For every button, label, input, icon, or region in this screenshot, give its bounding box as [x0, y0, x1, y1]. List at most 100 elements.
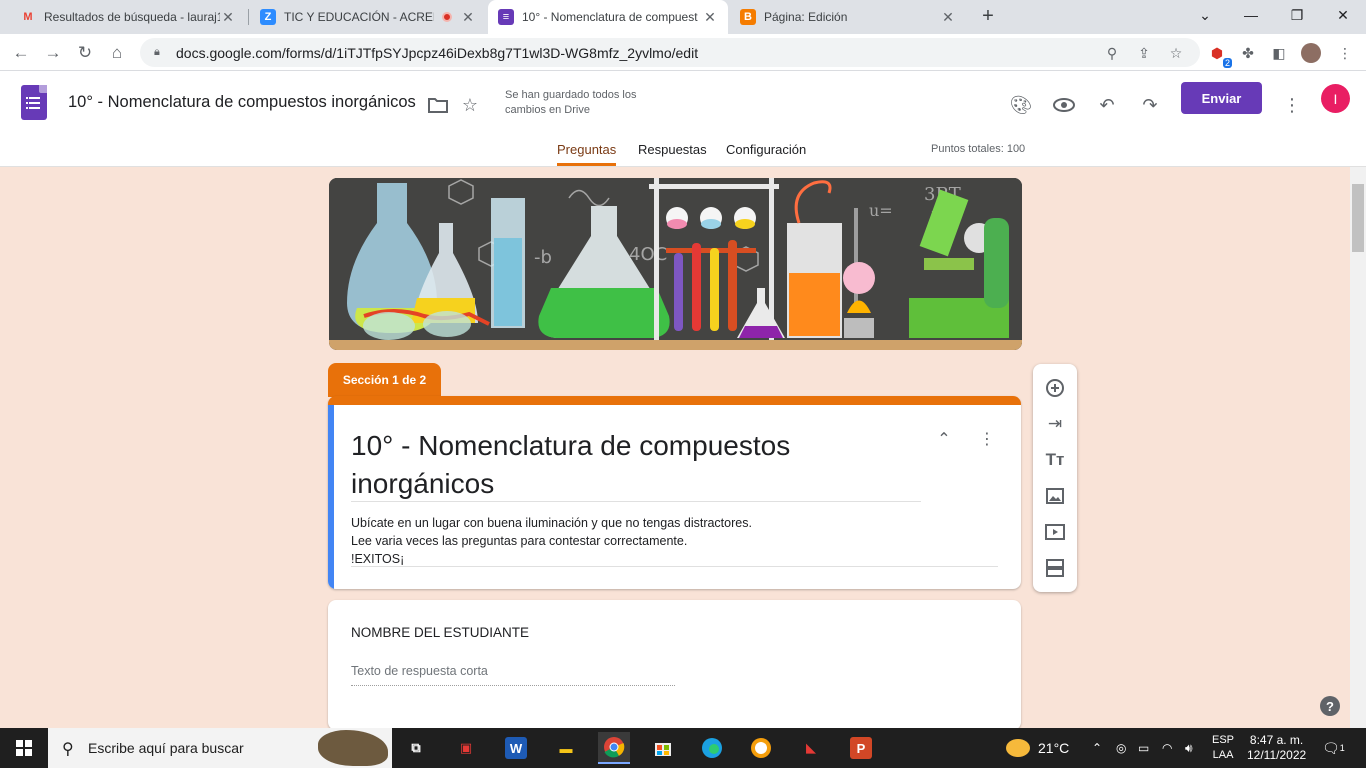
title-underline [351, 501, 921, 502]
help-icon[interactable]: ? [1320, 696, 1340, 716]
weather-icon [1006, 739, 1030, 757]
profile-avatar[interactable] [1300, 43, 1322, 63]
url-text: docs.google.com/forms/d/1iTJTfpSYJpcpz46… [176, 44, 699, 61]
svg-text:4OC: 4OC [629, 244, 667, 265]
add-question-icon[interactable] [1043, 376, 1067, 400]
side-panel-icon[interactable]: ◧ [1268, 44, 1290, 62]
notification-center-icon[interactable]: 🗨︎ 1 [1322, 728, 1345, 768]
close-icon[interactable]: ✕ [702, 9, 718, 26]
store-icon[interactable] [647, 732, 679, 764]
volume-icon[interactable]: 🔊︎ [1185, 728, 1193, 768]
total-points: Puntos totales: 100 [931, 143, 1026, 155]
form-title[interactable]: 10° - Nomenclatura de compuestos inorgán… [351, 427, 921, 503]
edge-icon[interactable] [696, 732, 728, 764]
weather-widget[interactable]: 21°C [1006, 728, 1069, 768]
svg-text:u=: u= [869, 201, 893, 220]
description-underline [351, 566, 998, 567]
vpn-shield-icon[interactable] [745, 732, 777, 764]
form-description[interactable]: Ubícate en un lugar con buena iluminació… [351, 514, 752, 568]
share-icon[interactable]: ⇪ [1133, 44, 1155, 62]
preview-eye-icon[interactable] [1052, 93, 1076, 117]
clock[interactable]: 8:47 a. m. 12/11/2022 [1247, 728, 1306, 768]
tab-preguntas[interactable]: Preguntas [557, 142, 617, 166]
document-title[interactable]: 10° - Nomenclatura de compuestos inorgán… [68, 93, 416, 112]
home-icon[interactable]: ⌂ [104, 40, 130, 66]
reload-icon[interactable]: ↻ [72, 40, 98, 66]
powerpoint-icon[interactable]: P [850, 737, 872, 759]
puzzle-icon[interactable]: ✤ [1237, 44, 1259, 62]
language-indicator[interactable]: ESP LAA [1212, 728, 1234, 768]
add-image-icon[interactable] [1043, 484, 1067, 508]
close-icon[interactable]: ✕ [460, 9, 476, 26]
zoom-icon: Z [260, 9, 276, 25]
scrollbar-thumb[interactable] [1352, 184, 1364, 252]
undo-icon[interactable]: ↶ [1095, 93, 1119, 117]
short-answer-field: Texto de respuesta corta [351, 664, 675, 686]
zoom-lens-icon[interactable]: ⚲ [1101, 44, 1123, 62]
collapse-icon[interactable]: ⌃ [934, 429, 954, 449]
minimize-button[interactable]: — [1228, 0, 1274, 30]
question-card[interactable]: NOMBRE DEL ESTUDIANTE Texto de respuesta… [328, 600, 1021, 730]
close-icon[interactable]: ✕ [940, 9, 956, 26]
tab-label: 10° - Nomenclatura de compuest [522, 10, 698, 24]
forms-header: 10° - Nomenclatura de compuestos inorgán… [0, 71, 1366, 167]
folder-icon[interactable] [426, 93, 450, 117]
recording-icon [442, 12, 452, 22]
browser-menu-icon[interactable]: ⋮ [1334, 44, 1356, 62]
close-icon[interactable]: ✕ [220, 9, 236, 26]
forward-arrow-icon[interactable]: → [40, 40, 66, 66]
description-line: Ubícate en un lugar con buena iluminació… [351, 516, 752, 530]
meet-icon[interactable]: ◎ [1116, 728, 1126, 768]
tab-configuracion[interactable]: Configuración [726, 142, 806, 166]
tab-label: TIC Y EDUCACIÓN - ACREDIT [284, 10, 434, 24]
clock-time: 8:47 a. m. [1249, 733, 1304, 747]
active-indicator [328, 405, 334, 589]
restore-button[interactable]: ❐ [1274, 0, 1320, 30]
more-options-icon[interactable]: ⋮ [1280, 93, 1304, 117]
tab-gmail[interactable]: M Resultados de búsqueda - lauraj1 ✕ [10, 0, 246, 34]
send-button[interactable]: Enviar [1181, 82, 1262, 114]
tab-zoom[interactable]: Z TIC Y EDUCACIÓN - ACREDIT ✕ [250, 0, 486, 34]
star-icon[interactable]: ☆ [458, 93, 482, 117]
google-forms-logo[interactable] [21, 85, 47, 120]
reader-app-icon[interactable]: ▣ [450, 732, 482, 764]
palette-icon[interactable]: 🎨︎ [1009, 93, 1033, 117]
tab-respuestas[interactable]: Respuestas [638, 142, 707, 166]
pdf-app-icon[interactable]: ◣ [795, 732, 827, 764]
form-title-card[interactable]: 10° - Nomenclatura de compuestos inorgán… [328, 396, 1021, 589]
wifi-icon[interactable]: ◠ [1162, 728, 1172, 768]
forms-icon: ≡ [498, 9, 514, 25]
taskbar-search[interactable]: ⚲ Escribe aquí para buscar [48, 728, 392, 768]
task-view-icon[interactable]: ⧉ [400, 732, 432, 764]
add-title-icon[interactable]: Tт [1043, 448, 1067, 472]
extension-icon[interactable]: ⬢ 2 [1206, 44, 1232, 68]
show-hidden-icons[interactable]: ⌃ [1092, 728, 1102, 768]
close-window-button[interactable]: ✕ [1320, 0, 1366, 30]
card-more-options-icon[interactable]: ⋮ [977, 429, 997, 449]
add-video-icon[interactable] [1043, 520, 1067, 544]
tab-blogger[interactable]: B Página: Edición ✕ [730, 0, 966, 34]
question-title[interactable]: NOMBRE DEL ESTUDIANTE [351, 625, 529, 640]
url-field[interactable]: 🔒︎ docs.google.com/forms/d/1iTJTfpSYJpcp… [140, 38, 1200, 67]
tab-forms-active[interactable]: ≡ 10° - Nomenclatura de compuest ✕ [488, 0, 728, 34]
tab-search-button[interactable]: ⌄ [1182, 0, 1228, 30]
search-placeholder: Escribe aquí para buscar [88, 740, 244, 756]
word-icon[interactable]: W [505, 737, 527, 759]
import-questions-icon[interactable]: ⇥ [1043, 412, 1067, 436]
description-line: Lee varia veces las preguntas para conte… [351, 534, 688, 548]
file-explorer-icon[interactable]: ▬ [550, 732, 582, 764]
header-image: 4OC -b u= 3RT M [329, 178, 1022, 350]
chrome-icon[interactable] [598, 732, 630, 764]
windows-start-icon[interactable] [0, 728, 48, 768]
address-bar-row: ← → ↻ ⌂ 🔒︎ docs.google.com/forms/d/1iTJT… [0, 34, 1366, 71]
back-arrow-icon[interactable]: ← [8, 40, 34, 66]
battery-icon[interactable]: ▭ [1138, 728, 1149, 768]
save-status: Se han guardado todos los cambios en Dri… [505, 89, 637, 116]
new-tab-button[interactable]: + [976, 5, 1000, 29]
add-section-icon[interactable] [1043, 556, 1067, 580]
svg-text:-b: -b [534, 247, 552, 268]
redo-icon[interactable]: ↷ [1138, 93, 1162, 117]
bookmark-star-icon[interactable]: ☆ [1165, 44, 1187, 62]
avatar[interactable]: I [1321, 84, 1350, 113]
extension-badge: 2 [1222, 58, 1232, 68]
